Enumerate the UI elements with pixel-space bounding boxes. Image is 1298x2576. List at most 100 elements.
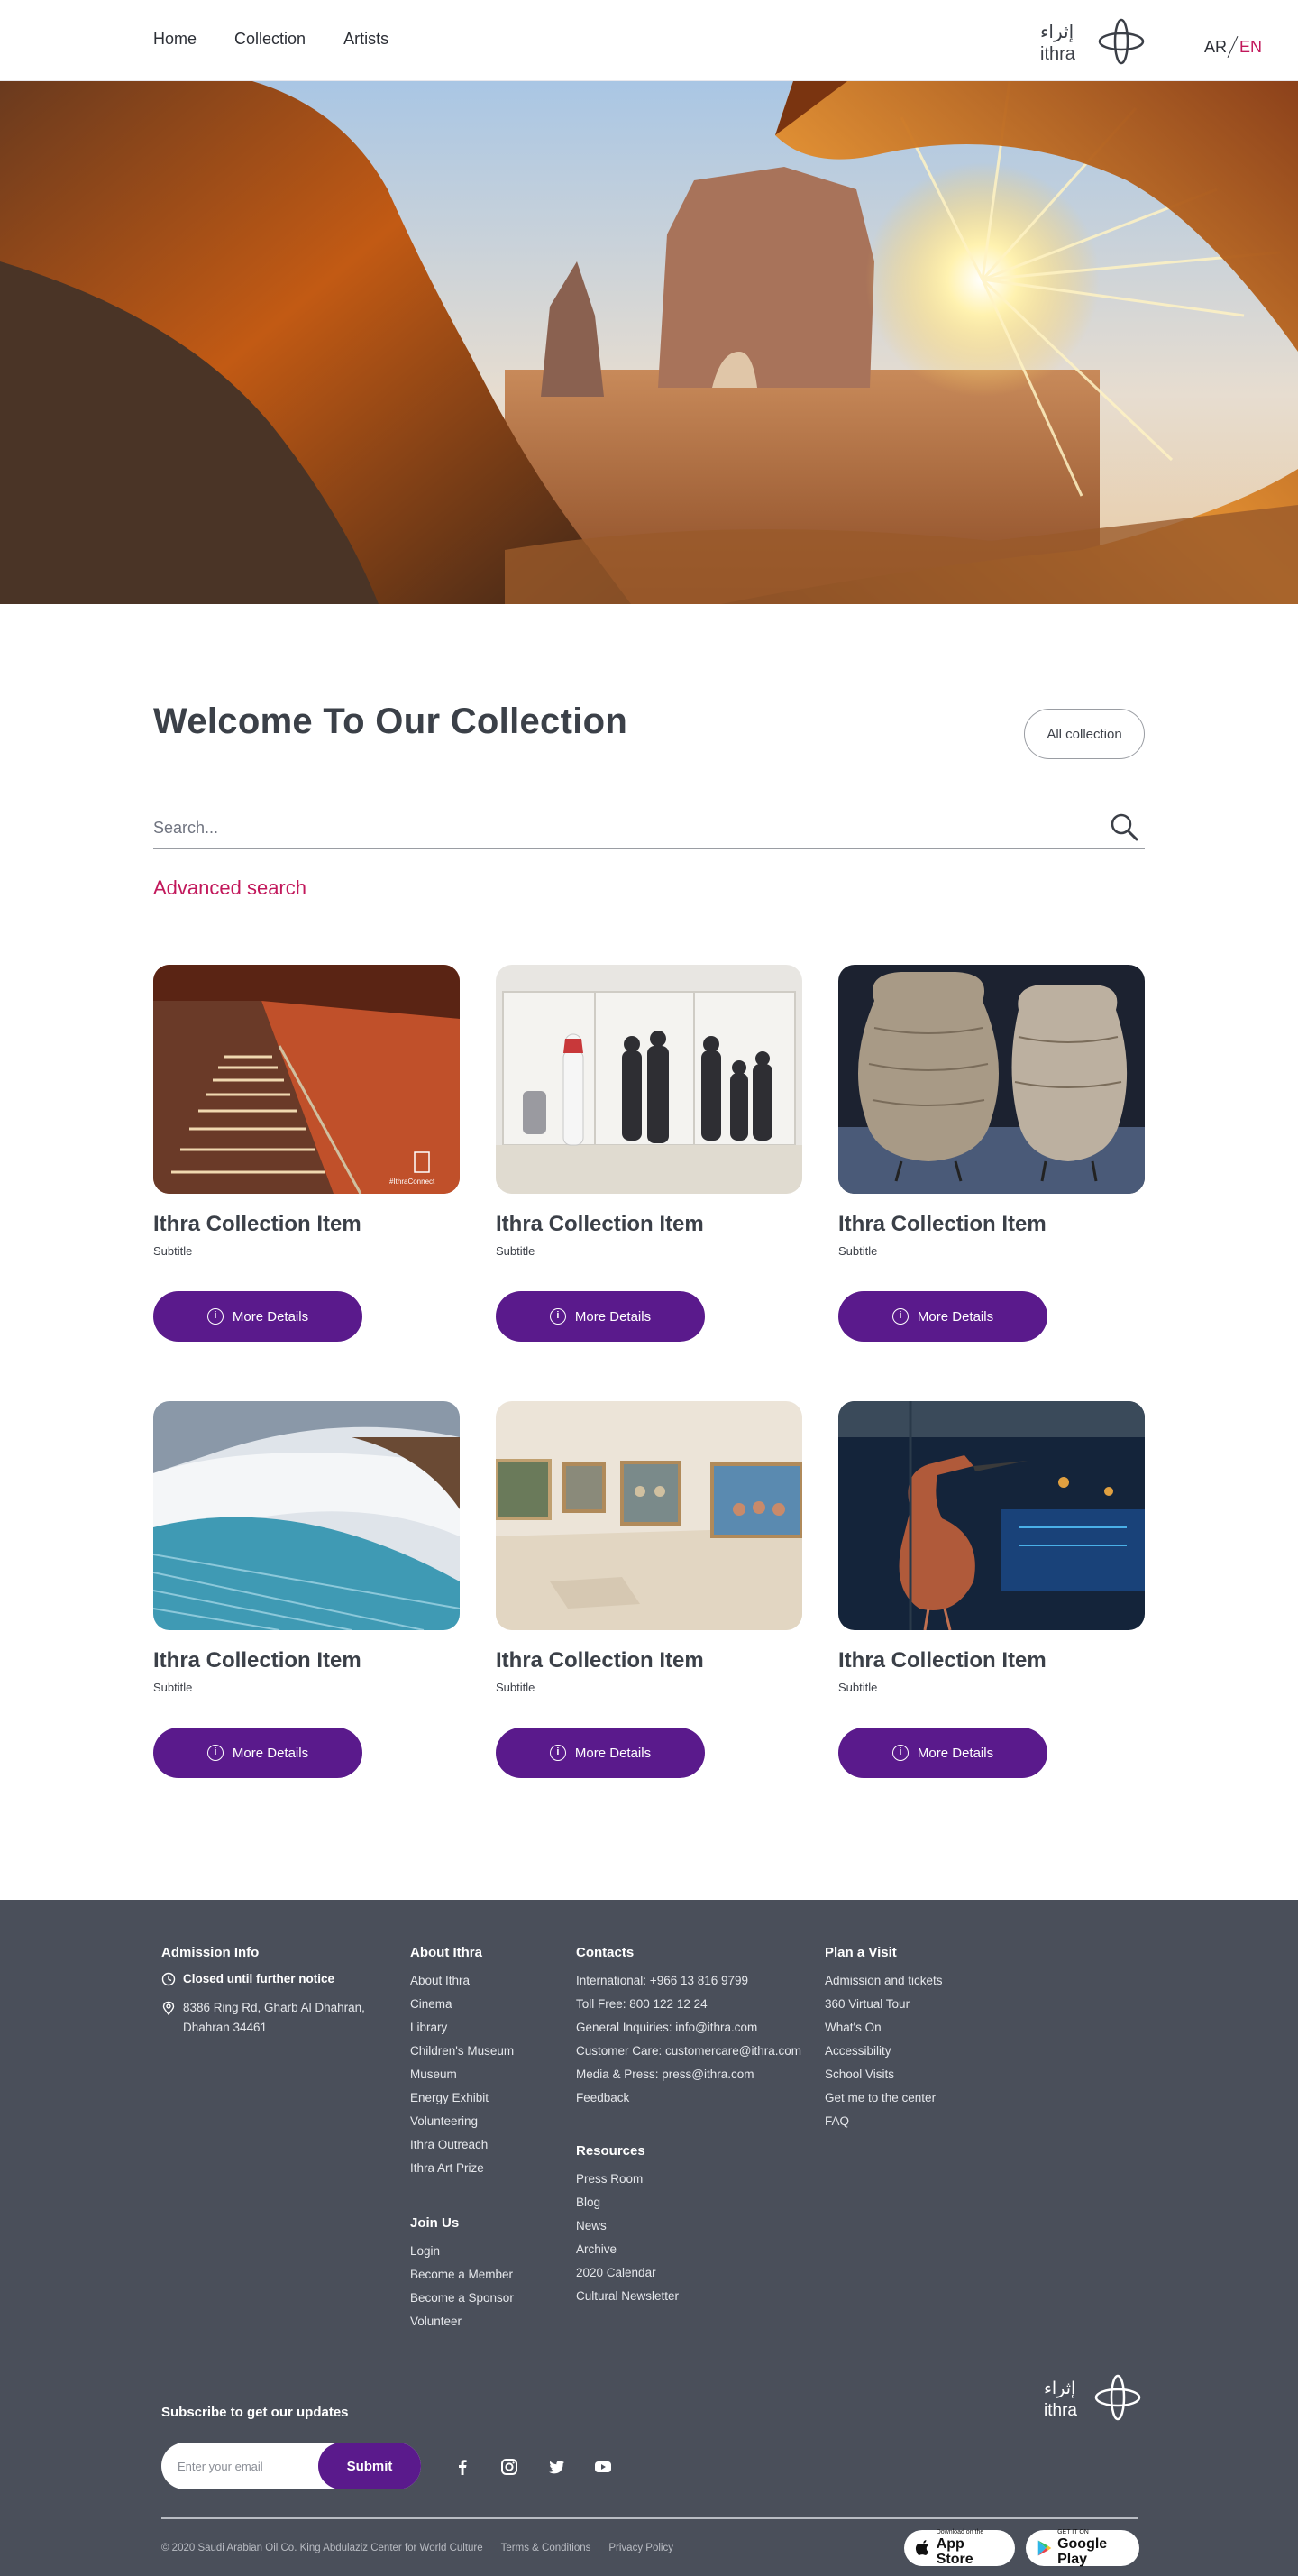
app-store-badge[interactable]: Download on the App Store (904, 2529, 1015, 2567)
submit-button[interactable]: Submit (318, 2443, 421, 2489)
lang-en[interactable]: EN (1239, 38, 1262, 56)
search-input[interactable] (153, 810, 1073, 846)
footer-link[interactable]: Cultural Newsletter (576, 2285, 679, 2308)
collection-card: Ithra Collection Item Subtitle i More De… (496, 1401, 802, 1780)
all-collection-button[interactable]: All collection (1024, 709, 1145, 759)
ithra-logo[interactable]: إثراء ithra (1037, 14, 1147, 67)
footer-link[interactable]: Library (410, 2016, 514, 2040)
admission-heading: Admission Info (161, 1945, 260, 1960)
admission-address[interactable]: 8386 Ring Rd, Gharb Al Dhahran, Dhahran … (183, 1998, 378, 2038)
footer-link[interactable]: Feedback (576, 2086, 801, 2110)
more-details-button[interactable]: i More Details (153, 1291, 362, 1342)
card-image[interactable] (838, 1401, 1145, 1630)
more-details-button[interactable]: i More Details (496, 1291, 705, 1342)
footer-link[interactable]: Toll Free: 800 122 12 24 (576, 1993, 801, 2016)
footer-link[interactable]: Customer Care: customercare@ithra.com (576, 2040, 801, 2063)
footer-link[interactable]: Admission and tickets (825, 1969, 943, 1993)
youtube-icon[interactable] (593, 2457, 613, 2477)
footer-link[interactable]: FAQ (825, 2110, 943, 2133)
card-title[interactable]: Ithra Collection Item (496, 1648, 704, 1673)
nav-home[interactable]: Home (153, 30, 197, 49)
footer-link[interactable]: 2020 Calendar (576, 2261, 679, 2285)
svg-text:ithra: ithra (1044, 2401, 1077, 2420)
more-details-button[interactable]: i More Details (153, 1728, 362, 1778)
join-us-column: Join Us Login Become a Member Become a S… (410, 2215, 514, 2333)
more-details-button[interactable]: i More Details (838, 1728, 1047, 1778)
plan-heading: Plan a Visit (825, 1945, 897, 1960)
svg-text:ithra: ithra (1040, 44, 1076, 64)
footer-link[interactable]: Children's Museum (410, 2040, 514, 2063)
footer-link[interactable]: Museum (410, 2063, 514, 2086)
card-title[interactable]: Ithra Collection Item (838, 1648, 1047, 1673)
footer-link[interactable]: Media & Press: press@ithra.com (576, 2063, 801, 2086)
footer-link[interactable]: Volunteering (410, 2110, 514, 2133)
nav-artists[interactable]: Artists (343, 30, 388, 49)
instagram-icon[interactable] (499, 2457, 519, 2477)
footer-link[interactable]: About Ithra (410, 1969, 514, 1993)
collection-card: Ithra Collection Item Subtitle i More De… (153, 1401, 460, 1780)
card-image[interactable] (838, 965, 1145, 1194)
card-title[interactable]: Ithra Collection Item (496, 1212, 704, 1237)
card-image[interactable]: #IthraConnect (153, 965, 460, 1194)
contacts-column: Contacts International: +966 13 816 9799… (576, 1945, 801, 2110)
card-title[interactable]: Ithra Collection Item (838, 1212, 1047, 1237)
more-details-button[interactable]: i More Details (838, 1291, 1047, 1342)
footer-link[interactable]: Accessibility (825, 2040, 943, 2063)
card-image[interactable] (153, 1401, 460, 1630)
footer-link[interactable]: Ithra Art Prize (410, 2157, 514, 2180)
collection-card: #IthraConnect Ithra Collection Item Subt… (153, 965, 460, 1343)
footer-link[interactable]: Ithra Outreach (410, 2133, 514, 2157)
info-icon: i (206, 1308, 224, 1325)
card-title[interactable]: Ithra Collection Item (153, 1648, 361, 1673)
google-play-badge[interactable]: GET IT ON Google Play (1026, 2529, 1139, 2567)
footer-link[interactable]: 360 Virtual Tour (825, 1993, 943, 2016)
footer-link[interactable]: Login (410, 2240, 514, 2263)
footer-link[interactable]: Energy Exhibit (410, 2086, 514, 2110)
site-header: Home Collection Artists إثراء ithra AR EN (0, 0, 1298, 81)
footer-link[interactable]: Press Room (576, 2168, 679, 2191)
more-details-button[interactable]: i More Details (496, 1728, 705, 1778)
footer-link[interactable]: Get me to the center (825, 2086, 943, 2110)
footer-link[interactable]: Become a Sponsor (410, 2287, 514, 2310)
search-bar (153, 810, 1145, 849)
clock-icon (161, 1972, 176, 1986)
appstore-small-text: Download on the (936, 2529, 984, 2535)
card-subtitle: Subtitle (838, 1681, 878, 1694)
lang-ar[interactable]: AR (1204, 38, 1227, 56)
footer-link[interactable]: Blog (576, 2191, 679, 2214)
ithra-footer-logo[interactable]: إثراء ithra (1042, 2370, 1143, 2423)
advanced-search-link[interactable]: Advanced search (153, 876, 306, 900)
nav-collection[interactable]: Collection (234, 30, 306, 49)
footer-link[interactable]: Cinema (410, 1993, 514, 2016)
footer-link[interactable]: International: +966 13 816 9799 (576, 1969, 801, 1993)
footer-link[interactable]: Become a Member (410, 2263, 514, 2287)
collection-card: Ithra Collection Item Subtitle i More De… (838, 1401, 1145, 1780)
contacts-heading: Contacts (576, 1945, 635, 1960)
terms-link[interactable]: Terms & Conditions (501, 2543, 591, 2553)
location-pin-icon (162, 2001, 175, 2015)
hero-image (0, 81, 1298, 604)
footer-link[interactable]: Archive (576, 2238, 679, 2261)
email-field[interactable] (178, 2455, 313, 2477)
footer-link[interactable]: Volunteer (410, 2310, 514, 2333)
card-image[interactable] (496, 965, 802, 1194)
footer-link[interactable]: General Inquiries: info@ithra.com (576, 2016, 801, 2040)
card-title[interactable]: Ithra Collection Item (153, 1212, 361, 1237)
more-details-label: More Details (232, 1308, 309, 1325)
language-switch: AR EN (1204, 31, 1262, 57)
card-image[interactable] (496, 1401, 802, 1630)
footer-link[interactable]: News (576, 2214, 679, 2238)
admission-status: Closed until further notice (183, 1972, 335, 1985)
info-icon: i (891, 1308, 909, 1325)
search-icon[interactable] (1109, 811, 1139, 842)
facebook-icon[interactable] (452, 2457, 472, 2477)
gplay-small-text: GET IT ON (1057, 2529, 1089, 2535)
subscribe-heading: Subscribe to get our updates (161, 2405, 349, 2420)
card-subtitle: Subtitle (838, 1244, 878, 1258)
privacy-link[interactable]: Privacy Policy (608, 2543, 673, 2553)
twitter-icon[interactable] (546, 2457, 566, 2477)
footer-link[interactable]: What's On (825, 2016, 943, 2040)
footer-link[interactable]: School Visits (825, 2063, 943, 2086)
footer-divider (161, 2517, 1138, 2519)
resources-heading: Resources (576, 2143, 645, 2159)
